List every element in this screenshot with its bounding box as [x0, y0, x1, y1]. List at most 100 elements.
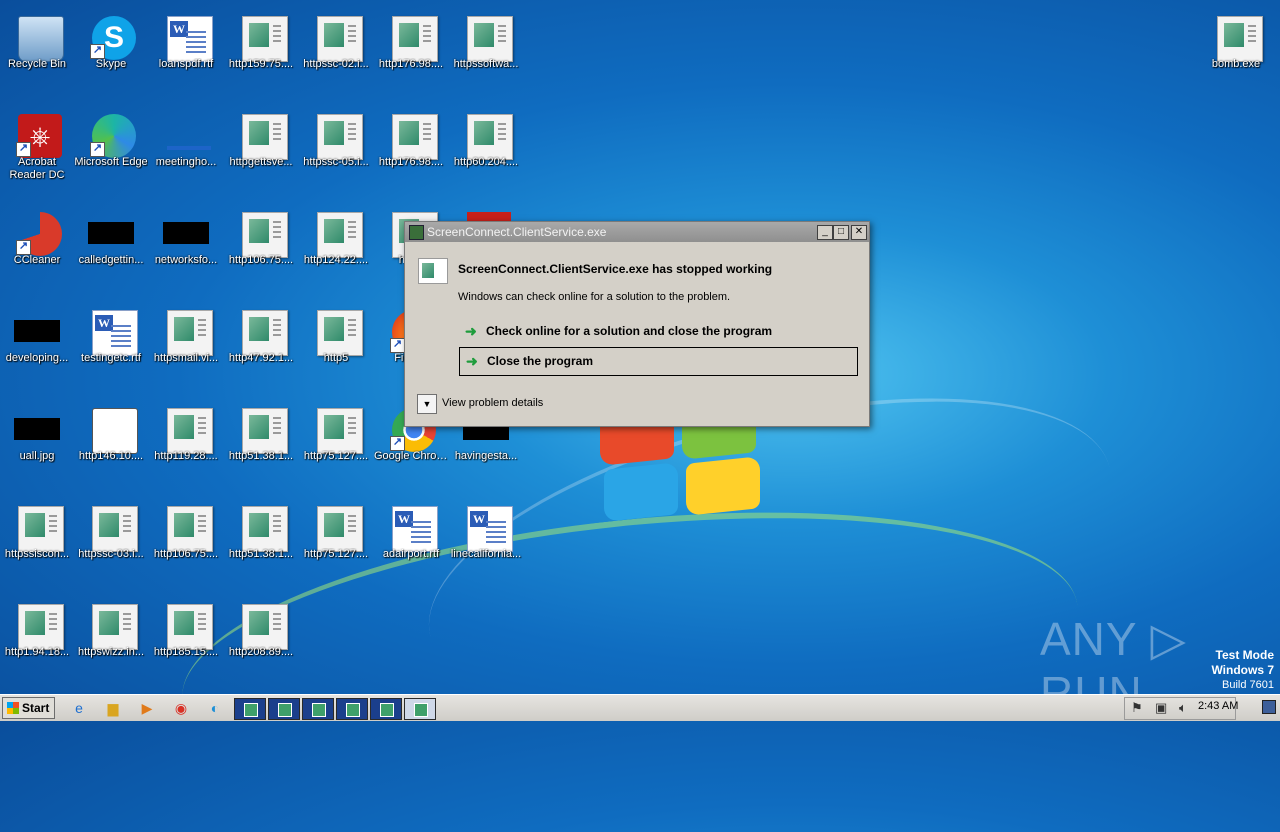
web-file-icon	[242, 310, 288, 356]
close-program-label: Close the program	[487, 354, 594, 368]
desktop-icon-label: httpgettsve...	[229, 156, 293, 168]
web-file-icon	[242, 408, 288, 454]
taskbar-app-button[interactable]	[302, 698, 334, 720]
desktop-icon-label: http106.75....	[228, 254, 294, 266]
desktop-icon[interactable]: httpsmail.vi...	[149, 302, 223, 394]
desktop-icon[interactable]: http5	[299, 302, 373, 394]
desktop-icon[interactable]: http75.127....	[299, 400, 373, 492]
dialog-titlebar[interactable]: ScreenConnect.ClientService.exe _ □ ✕	[405, 222, 869, 242]
chevron-down-icon[interactable]: ▼	[417, 394, 437, 414]
taskbar-app-button[interactable]	[234, 698, 266, 720]
desktop-icon[interactable]: Wloanspdf.rtf	[149, 8, 223, 100]
desktop-icon[interactable]: http47.92.1...	[224, 302, 298, 394]
clock[interactable]: 2:43 AM	[1198, 700, 1238, 712]
desktop-icon[interactable]: ⎈ ↗ Acrobat Reader DC	[0, 106, 74, 198]
desktop-icon[interactable]: httpssc-03.i...	[74, 498, 148, 590]
web-file-icon	[392, 114, 438, 160]
desktop-icon-label: testingetc.rtf	[81, 352, 141, 364]
desktop-icon[interactable]: http159.75....	[224, 8, 298, 100]
word-w-icon: W	[170, 21, 188, 37]
chrome-icon[interactable]: ◉	[172, 699, 190, 717]
desktop-icon-label: httpssc-05.i...	[303, 156, 369, 168]
desktop-icon[interactable]: http51.38.1...	[224, 498, 298, 590]
desktop-icon-label: http185.15....	[153, 646, 219, 658]
desktop-icon[interactable]: httpssc-02.i...	[299, 8, 373, 100]
show-desktop-button[interactable]	[1262, 700, 1276, 714]
desktop-icon[interactable]: http185.15....	[149, 596, 223, 688]
desktop-icon[interactable]: http119.28....	[149, 400, 223, 492]
desktop-icon[interactable]: http208.89....	[224, 596, 298, 688]
desktop-icon[interactable]: http106.75....	[149, 498, 223, 590]
network-icon[interactable]: ▣	[1155, 700, 1167, 716]
web-file-icon	[467, 114, 513, 160]
desktop-icon[interactable]: httpssoftwa...	[449, 8, 523, 100]
desktop-icon[interactable]: httpssiscon...	[0, 498, 74, 590]
dialog-title: ScreenConnect.ClientService.exe	[427, 225, 607, 239]
taskbar-app-button[interactable]	[404, 698, 436, 720]
desktop-icon[interactable]: http106.75....	[224, 204, 298, 296]
desktop-icon[interactable]: uall.jpg	[0, 400, 74, 492]
desktop-icon[interactable]: httpswizz.in...	[74, 596, 148, 688]
web-file-icon	[18, 506, 64, 552]
web-file-icon	[92, 506, 138, 552]
maximize-button[interactable]: □	[833, 225, 849, 240]
media-player-icon[interactable]: ▶	[138, 699, 156, 717]
desktop-icon[interactable]: bomb.exe	[1199, 8, 1273, 100]
web-file-icon	[242, 212, 288, 258]
desktop-icon[interactable]: Wtestingetc.rtf	[74, 302, 148, 394]
desktop-icon[interactable]: calledgettin...	[74, 204, 148, 296]
desktop-icon[interactable]: meetingho...	[149, 106, 223, 198]
speaker-icon[interactable]: 🔈︎	[1179, 700, 1187, 716]
desktop-icon[interactable]: S ↗ Skype	[74, 8, 148, 100]
taskbar-app-button[interactable]	[268, 698, 300, 720]
desktop-icon[interactable]: http124.22....	[299, 204, 373, 296]
minimize-button[interactable]: _	[817, 225, 833, 240]
shortcut-arrow-icon: ↗	[16, 142, 31, 157]
desktop-icon[interactable]: http176.98....	[374, 106, 448, 198]
desktop-icon[interactable]: http75.127....	[299, 498, 373, 590]
desktop-icon[interactable]: ↗ Microsoft Edge	[74, 106, 148, 198]
desktop-icon-label: havingesta...	[454, 450, 518, 462]
desktop-icon[interactable]: networksfo...	[149, 204, 223, 296]
desktop-icon-label: developing...	[5, 352, 69, 364]
desktop-icon[interactable]: ↗ CCleaner	[0, 204, 74, 296]
desktop-icon[interactable]: http176.98....	[374, 8, 448, 100]
program-icon	[418, 258, 448, 284]
desktop-icon[interactable]: http1.94.18...	[0, 596, 74, 688]
windows-version-label: Windows 7	[1211, 663, 1274, 677]
taskbar-app-button[interactable]	[370, 698, 402, 720]
desktop-icon-label: http5	[323, 352, 349, 364]
flag-icon[interactable]: ⚑	[1131, 700, 1143, 716]
redacted-file-icon	[88, 222, 134, 244]
internet-explorer-icon[interactable]: e	[70, 699, 88, 717]
desktop-icon[interactable]: http60.204....	[449, 106, 523, 198]
desktop-icon[interactable]: http51.38.1...	[224, 400, 298, 492]
desktop-icon-label: http51.38.1...	[228, 548, 294, 560]
desktop-icon-label: meetingho...	[155, 156, 217, 168]
pdf-icon	[92, 408, 138, 454]
start-label: Start	[22, 701, 50, 715]
taskbar-app-button[interactable]	[336, 698, 368, 720]
web-file-icon	[317, 310, 363, 356]
desktop-icon[interactable]: Wlinecalifornia...	[449, 498, 523, 590]
word-w-icon: W	[470, 511, 488, 527]
desktop-icon-label: http106.75....	[153, 548, 219, 560]
desktop-icon-label: networksfo...	[154, 254, 218, 266]
desktop-icon-label: CCleaner	[13, 254, 61, 266]
close-button[interactable]: ✕	[851, 225, 867, 240]
desktop-icon[interactable]: developing...	[0, 302, 74, 394]
close-program-option[interactable]: ➜ Close the program	[459, 347, 858, 376]
edge-icon[interactable]: ◐	[206, 699, 224, 717]
desktop-icon[interactable]: Recycle Bin	[0, 8, 74, 100]
web-file-icon	[167, 506, 213, 552]
web-file-icon	[242, 506, 288, 552]
desktop-icon[interactable]: Wadairport.rtf	[374, 498, 448, 590]
desktop-icon[interactable]: httpgettsve...	[224, 106, 298, 198]
check-online-option[interactable]: ➜ Check online for a solution and close …	[459, 318, 856, 345]
desktop-icon[interactable]: http146.10....	[74, 400, 148, 492]
green-arrow-icon: ➜	[465, 323, 477, 339]
desktop-icon[interactable]: httpssc-05.i...	[299, 106, 373, 198]
start-button[interactable]: Start	[2, 697, 55, 719]
folder-icon[interactable]: ▆	[104, 699, 122, 717]
build-label: Build 7601	[1222, 679, 1274, 691]
